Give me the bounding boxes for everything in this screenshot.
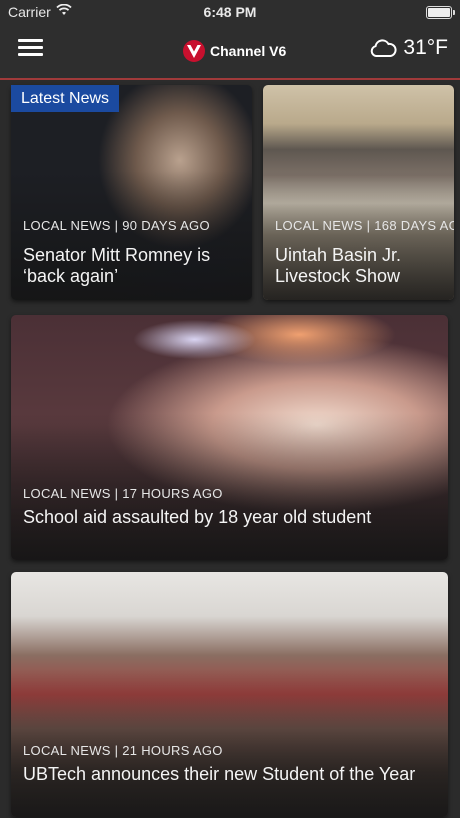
news-card-ubtech[interactable]: LOCAL NEWS | 21 HOURS AGO UBTech announc… [11,572,448,817]
card-meta: LOCAL NEWS | 21 HOURS AGO [23,743,223,758]
nav-bar: Channel V6 31°F [0,24,460,80]
card-headline: UBTech announces their new Student of th… [23,764,416,784]
news-card-school-aid[interactable]: LOCAL NEWS | 17 HOURS AGO School aid ass… [11,315,448,560]
logo-text: Channel V6 [210,43,287,59]
temperature-label: 31°F [403,36,448,59]
card-headline: Senator Mitt Romney is ‘back again’ [23,245,211,286]
news-card-romney[interactable]: LOCAL NEWS | 90 DAYS AGO Senator Mitt Ro… [11,85,252,300]
channel-logo: Channel V6 [182,38,286,64]
news-card-livestock[interactable]: LOCAL NEWS | 168 DAYS AGO Uintah Basin J… [263,85,454,300]
card-headline: Uintah Basin Jr. Livestock Show [275,245,402,286]
cloud-icon [371,39,397,57]
v-logo-icon [183,40,205,62]
card-meta: LOCAL NEWS | 90 DAYS AGO [23,218,210,233]
hamburger-menu-button[interactable] [18,39,43,57]
card-meta: LOCAL NEWS | 17 HOURS AGO [23,486,223,501]
status-bar: Carrier 6:48 PM [0,0,460,24]
weather-widget[interactable]: 31°F [369,36,448,60]
card-headline: School aid assaulted by 18 year old stud… [23,507,372,527]
battery-icon [426,6,455,19]
latest-news-badge: Latest News [11,85,120,112]
card-meta: LOCAL NEWS | 168 DAYS AGO [275,218,454,233]
clock-time: 6:48 PM [203,4,257,20]
